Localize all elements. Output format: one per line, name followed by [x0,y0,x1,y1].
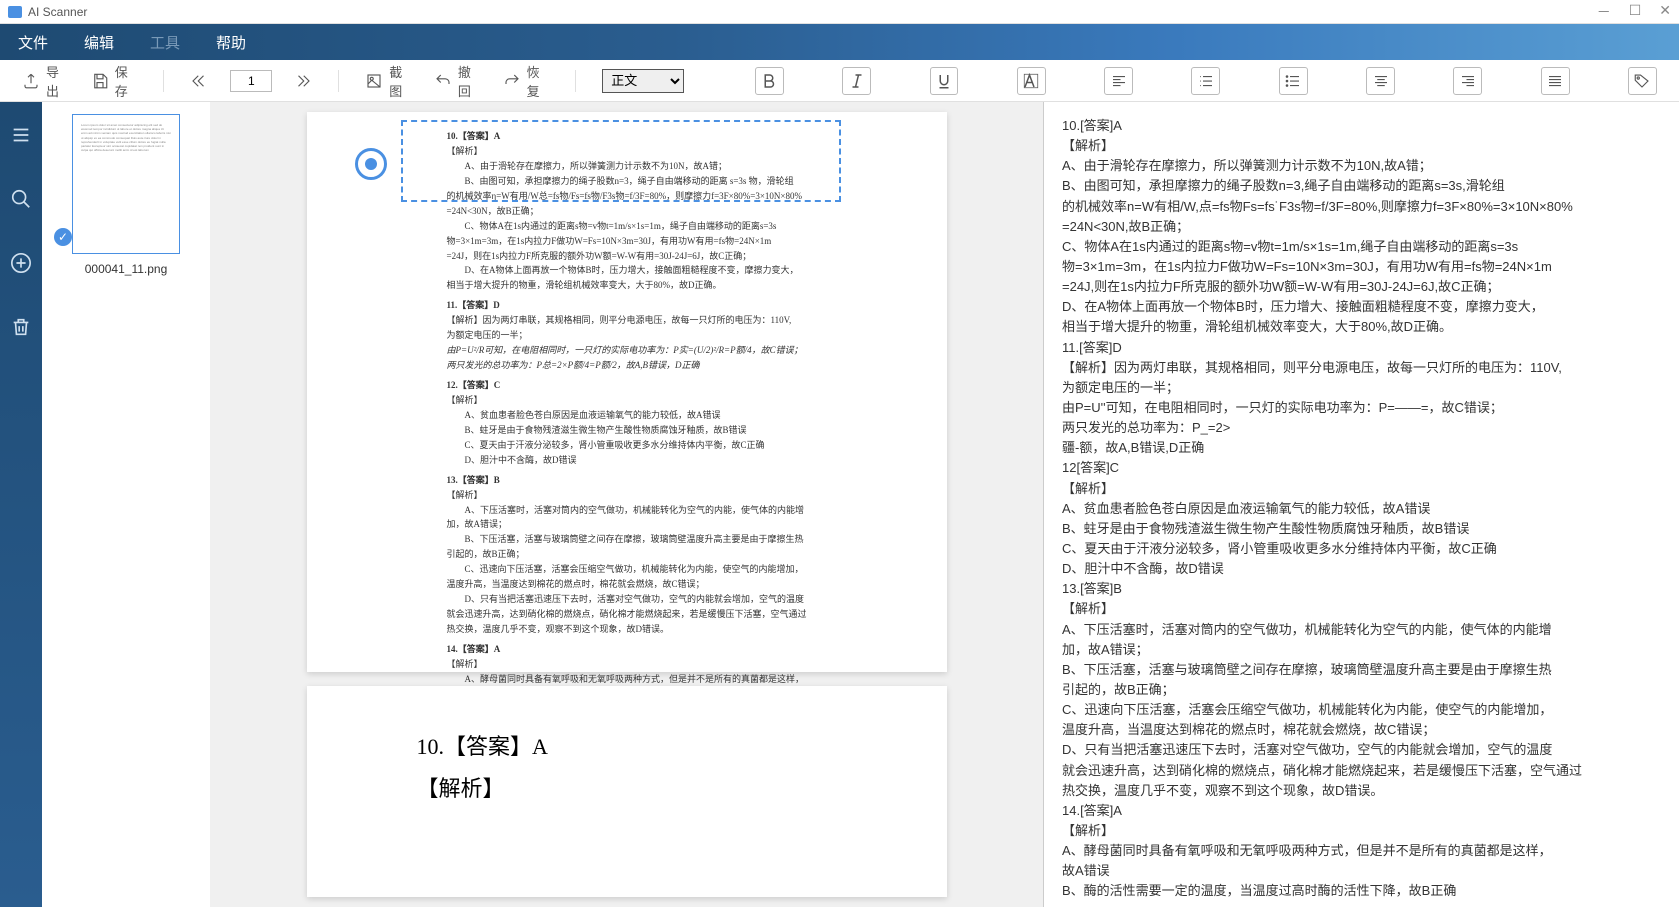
save-icon [91,71,109,91]
toolbar-separator [163,70,164,92]
prev-page-button[interactable] [190,71,208,91]
doc-line: B、下压活塞，活塞与玻璃筒壁之间存在摩擦，玻璃筒壁温度升高主要是由于摩擦生热 [447,533,877,547]
q10-head: 10.【答案】A [447,130,877,144]
page2-line1: 10.【答案】A [417,726,877,768]
ocr-text-pane[interactable]: 10.[答案]A 【解析】 A、由于滑轮存在摩擦力，所以弹簧测力计示数不为10N… [1043,102,1679,907]
align-right-button[interactable] [1453,67,1482,95]
document-page-1[interactable]: 10.【答案】A 【解析】 A、由于滑轮存在摩擦力，所以弹簧测力计示数不为10N… [307,112,947,672]
export-label: 导出 [46,62,69,100]
selection-handle-icon[interactable] [355,148,387,180]
menu-edit[interactable]: 编辑 [84,32,114,53]
window-title: AI Scanner [28,5,1597,19]
doc-line: 相当于增大提升的物重，滑轮组机械效率变大，大于80%，故D正确。 [447,279,877,293]
sidebar-search-button[interactable] [8,186,34,212]
doc-line: 加，故A错误； [447,518,877,532]
menu-file[interactable]: 文件 [18,32,48,53]
align-left-button[interactable] [1104,67,1133,95]
crop-label: 截图 [389,62,412,100]
doc-line: C、物体A在1s内通过的距离s物=v物t=1m/s×1s=1m，绳子自由端移动的… [447,220,877,234]
menu-tools[interactable]: 工具 [150,32,180,53]
doc-line: 由P=U²/R可知，在电阻相同时，一只灯的实际电功率为：P实=(U/2)²/R=… [447,344,877,358]
document-page-2[interactable]: 10.【答案】A 【解析】 [307,686,947,897]
toolbar-separator [575,70,576,92]
crop-button[interactable]: 截图 [365,62,412,100]
next-page-button[interactable] [294,71,312,91]
app-icon [8,6,22,18]
doc-line: 热交换，温度几乎不变，观察不到这个现象，故D错误。 [447,623,877,637]
doc-line: A、贫血患者脸色苍白原因是血液运输氧气的能力较低，故A错误 [447,409,877,423]
thumbnail-selected-icon: ✓ [54,228,72,246]
italic-button[interactable] [842,67,871,95]
doc-line: C、迅速向下压活塞，活塞会压缩空气做功，机械能转化为内能，使空气的内能增加， [447,563,877,577]
align-justify-button[interactable] [1541,67,1570,95]
doc-line: 【解析】 [447,658,877,672]
doc-line: 【解析】 [447,489,877,503]
doc-line: D、只有当把活塞迅速压下去时，活塞对空气做功，空气的内能就会增加，空气的温度 [447,593,877,607]
undo-icon [434,71,452,91]
redo-label: 恢复 [527,62,550,100]
doc-line: D、在A物体上面再放一个物体B时，压力增大，接触面粗糙程度不变，摩擦力变大， [447,264,877,278]
export-icon [22,71,40,91]
list-ordered-button[interactable] [1191,67,1220,95]
doc-line: 【解析】 [447,394,877,408]
doc-line: =24J，则在1s内拉力F所克服的额外功W额=W-W有用=30J-24J=6J，… [447,250,877,264]
maximize-button[interactable]: ☐ [1629,2,1642,22]
doc-line: 引起的，故B正确； [447,548,877,562]
export-button[interactable]: 导出 [22,62,69,100]
q12-head: 12.【答案】C [447,379,877,393]
thumbnail-panel: Lorem ipsum dolor sit amet consectetur a… [42,102,210,907]
doc-line: B、蛀牙是由于食物残渣滋生微生物产生酸性物质腐蚀牙釉质，故B错误 [447,424,877,438]
underline-button[interactable] [930,67,959,95]
minimize-button[interactable]: － [1597,2,1611,22]
tag-button[interactable] [1628,67,1657,95]
close-button[interactable]: ✕ [1659,2,1671,22]
menu-help[interactable]: 帮助 [216,32,246,53]
document-pane[interactable]: 10.【答案】A 【解析】 A、由于滑轮存在摩擦力，所以弹簧测力计示数不为10N… [210,102,1043,907]
sidebar [0,102,42,907]
doc-line: D、胆汁中不含酶，故D错误 [447,454,877,468]
font-button[interactable] [1017,67,1046,95]
save-button[interactable]: 保存 [91,62,138,100]
doc-line: A、酵母菌同时具备有氧呼吸和无氧呼吸两种方式，但是并不是所有的真菌都是这样， [447,673,877,687]
doc-line: 的机械效率η=W有用/W总=fs物/Fs=fs物/F3s物=f/3F=80%，则… [447,190,877,204]
page2-line2: 【解析】 [417,768,877,810]
thumbnail-filename: 000041_11.png [85,262,168,276]
q10-jiexi: 【解析】 [447,145,877,159]
doc-line: C、夏天由于汗液分泌较多，肾小管重吸收更多水分维持体内平衡，故C正确 [447,439,877,453]
sidebar-delete-button[interactable] [8,314,34,340]
sidebar-add-button[interactable] [8,250,34,276]
q13-head: 13.【答案】B [447,474,877,488]
save-label: 保存 [115,62,138,100]
doc-line: A、下压活塞时，活塞对筒内的空气做功，机械能转化为空气的内能，使气体的内能增 [447,504,877,518]
list-bullet-button[interactable] [1279,67,1308,95]
crop-icon [365,71,383,91]
doc-line: 【解析】因为两灯串联，其规格相同，则平分电源电压，故每一只灯所的电压为：110V… [447,314,877,328]
titlebar: AI Scanner － ☐ ✕ [0,0,1679,24]
paragraph-style-select[interactable]: 正文 [602,69,684,93]
redo-icon [503,71,521,91]
bold-button[interactable] [755,67,784,95]
doc-line: B、由图可知，承担摩擦力的绳子股数n=3，绳子自由端移动的距离 s=3s 物，滑… [447,175,877,189]
align-center-button[interactable] [1366,67,1395,95]
doc-line: 温度升高，当温度达到棉花的燃点时，棉花就会燃烧，故C错误； [447,578,877,592]
doc-line: 物=3×1m=3m，在1s内拉力F做功W=Fs=10N×3m=30J，有用功W有… [447,235,877,249]
toolbar-separator [338,70,339,92]
undo-button[interactable]: 撤回 [434,62,481,100]
q11-head: 11.【答案】D [447,299,877,313]
toolbar: 导出 保存 截图 撤回 恢复 正文 [0,60,1679,102]
page-thumbnail[interactable]: Lorem ipsum dolor sit amet consectetur a… [72,114,180,254]
doc-line: =24N<30N，故B正确； [447,205,877,219]
page-number-input[interactable] [230,70,272,92]
sidebar-menu-button[interactable] [8,122,34,148]
doc-line: 两只发光的总功率为：P总=2×P额/4=P额/2，故A,B错误，D正确 [447,359,877,373]
doc-line: 就会迅速升高，达到硝化棉的燃烧点，硝化棉才能燃烧起来，若是缓慢压下活塞，空气通过 [447,608,877,622]
doc-line: 为额定电压的一半； [447,329,877,343]
menubar: 文件 编辑 工具 帮助 [0,24,1679,60]
q14-head: 14.【答案】A [447,643,877,657]
doc-line: A、由于滑轮存在摩擦力，所以弹簧测力计示数不为10N，故A错； [447,160,877,174]
undo-label: 撤回 [458,62,481,100]
redo-button[interactable]: 恢复 [503,62,550,100]
